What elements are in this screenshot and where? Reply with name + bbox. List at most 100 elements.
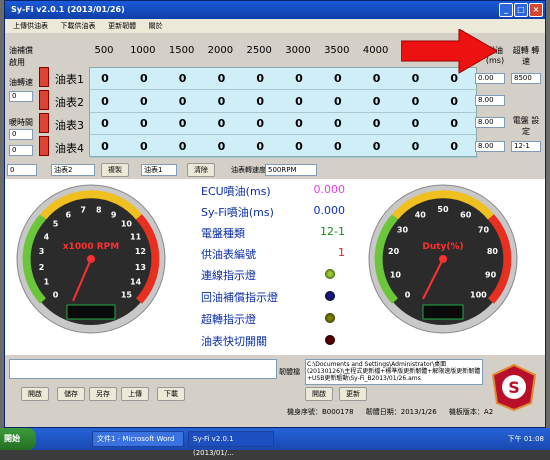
menu-upload-map[interactable]: 上傳供油表 — [13, 22, 48, 30]
rpm_gauge-tick-label: 4 — [44, 232, 50, 241]
table-cell[interactable]: 0 — [323, 117, 353, 130]
table-cell[interactable]: 0 — [362, 95, 392, 108]
rpm-header-cell: 1000 — [130, 45, 156, 56]
rpm_gauge-tick-label: 13 — [135, 263, 146, 272]
table-cell[interactable]: 0 — [400, 95, 430, 108]
red-arrow-icon — [401, 29, 497, 74]
table-cell[interactable]: 0 — [90, 140, 120, 153]
row2-indicator[interactable] — [39, 90, 49, 110]
table-cell[interactable]: 0 — [362, 72, 392, 85]
firmware-update-button[interactable]: 更新 — [339, 387, 367, 401]
rpm-axis-select[interactable]: 500RPM — [265, 164, 317, 176]
injection-spin-4[interactable]: 8.00 — [475, 141, 505, 152]
menu-about[interactable]: 關於 — [149, 22, 163, 30]
rpm-header-cell: 500 — [94, 45, 114, 56]
table-cell[interactable]: 0 — [284, 117, 314, 130]
save-as-button[interactable]: 另存 — [89, 387, 117, 401]
save-button[interactable]: 儲存 — [57, 387, 85, 401]
info-label: 供油表編號 — [201, 248, 256, 261]
start-select[interactable]: 0 — [7, 164, 37, 176]
table-cell[interactable]: 0 — [284, 95, 314, 108]
table-cell[interactable]: 0 — [90, 95, 120, 108]
windows-taskbar: 開始 文件1 - Microsoft Word Sy-Fi v2.0.1 (20… — [0, 428, 550, 457]
row4-indicator[interactable] — [39, 136, 49, 156]
left-spin-1[interactable]: 0 — [9, 91, 33, 102]
table-cell[interactable]: 0 — [439, 140, 469, 153]
row3-indicator[interactable] — [39, 113, 49, 133]
table-cell[interactable]: 0 — [90, 72, 120, 85]
source-map-select[interactable]: 油表2 — [51, 164, 95, 176]
duty_gauge-tick-label: 70 — [478, 226, 490, 235]
target-map-select[interactable]: 油表1 — [141, 164, 177, 176]
table-cell[interactable]: 0 — [206, 72, 236, 85]
rpm_gauge-tick-label: 3 — [39, 247, 45, 256]
table-cell[interactable]: 0 — [323, 140, 353, 153]
table-cell[interactable]: 0 — [245, 95, 275, 108]
row2-name: 油表2 — [55, 96, 84, 109]
disk-setting-label: 電盤 設定 — [512, 116, 540, 136]
table-cell[interactable]: 0 — [400, 117, 430, 130]
table-cell[interactable]: 0 — [439, 95, 469, 108]
table-cell[interactable]: 0 — [362, 117, 392, 130]
duty_gauge-tick-label: 0 — [405, 290, 411, 299]
duty_gauge-tick-label: 50 — [437, 205, 449, 214]
table-cell[interactable]: 0 — [439, 117, 469, 130]
table-cell[interactable]: 0 — [168, 117, 198, 130]
table-cell[interactable]: 0 — [129, 95, 159, 108]
table-cell[interactable]: 0 — [245, 140, 275, 153]
task-syfi[interactable]: Sy-Fi v2.0.1 (2013/01/... — [188, 431, 274, 457]
minimize-button[interactable]: _ — [499, 3, 513, 17]
row1-name: 油表1 — [55, 73, 84, 86]
row1-indicator[interactable] — [39, 67, 49, 87]
table-cell[interactable]: 0 — [206, 95, 236, 108]
table-cell[interactable]: 0 — [129, 72, 159, 85]
table-cell[interactable]: 0 — [362, 140, 392, 153]
injection-spin-2[interactable]: 8.00 — [475, 95, 505, 106]
firmware-label: 韌體檔 — [279, 368, 300, 376]
open-button[interactable]: 開啟 — [21, 387, 49, 401]
table-cell[interactable]: 0 — [245, 72, 275, 85]
injection-spin-3[interactable]: 8.00 — [475, 117, 505, 128]
table-row: 0000000000 — [90, 91, 478, 113]
table-cell[interactable]: 0 — [284, 72, 314, 85]
left-spin-2[interactable]: 0 — [9, 129, 33, 140]
table-cell[interactable]: 0 — [129, 140, 159, 153]
upload-button[interactable]: 上傳 — [121, 387, 149, 401]
table-cell[interactable]: 0 — [206, 140, 236, 153]
indicator-lamp-icon — [325, 291, 335, 301]
maximize-button[interactable]: □ — [514, 3, 528, 17]
log-textarea[interactable] — [9, 359, 277, 379]
menu-update-firmware[interactable]: 更新韌體 — [108, 22, 136, 30]
task-word[interactable]: 文件1 - Microsoft Word — [92, 431, 184, 447]
rpm-gauge-label: x1000 RPM — [63, 242, 120, 252]
rpm-header-cell: 2500 — [246, 45, 272, 56]
menu-download-map[interactable]: 下載供油表 — [61, 22, 96, 30]
close-button[interactable]: × — [529, 3, 543, 17]
table-cell[interactable]: 0 — [206, 117, 236, 130]
disk-select[interactable]: 12-1 — [511, 141, 541, 152]
copy-button[interactable]: 複製 — [101, 163, 129, 177]
table-cell[interactable]: 0 — [168, 95, 198, 108]
table-cell[interactable]: 0 — [245, 117, 275, 130]
table-cell[interactable]: 0 — [90, 117, 120, 130]
firmware-open-button[interactable]: 開啟 — [305, 387, 333, 401]
row4-name: 油表4 — [55, 142, 84, 155]
rpm_gauge-tick-label: 10 — [121, 220, 133, 229]
window-title: Sy-Fi v2.0.1 (2013/01/26) — [11, 5, 125, 14]
download-button[interactable]: 下載 — [157, 387, 185, 401]
table-row: 0000000000 — [90, 113, 478, 135]
overrev-rpm-label: 超轉 轉速 — [512, 46, 540, 66]
table-cell[interactable]: 0 — [323, 95, 353, 108]
start-button[interactable]: 開始 — [0, 428, 36, 450]
table-cell[interactable]: 0 — [284, 140, 314, 153]
overrev-rpm-input[interactable]: 8500 — [511, 73, 541, 84]
table-cell[interactable]: 0 — [323, 72, 353, 85]
table-cell[interactable]: 0 — [400, 140, 430, 153]
left-spin-3[interactable]: 0 — [9, 145, 33, 156]
clear-button[interactable]: 清除 — [187, 163, 215, 177]
lamp-label: 回油補償指示燈 — [201, 291, 278, 304]
table-cell[interactable]: 0 — [129, 117, 159, 130]
table-cell[interactable]: 0 — [168, 72, 198, 85]
table-cell[interactable]: 0 — [168, 140, 198, 153]
firmware-path-field[interactable]: C:\Documents and Settings\Administrator\… — [305, 359, 483, 385]
